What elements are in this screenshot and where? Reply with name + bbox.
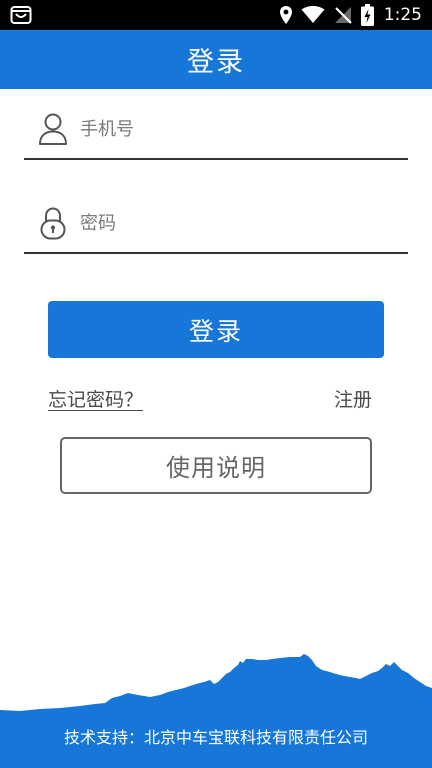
footer-skyline-banner <box>0 654 432 768</box>
login-screen: 1:25 登录 登录 忘记密码？ 注册 使用说明 技术支持：北京中车宝联科技有限… <box>0 0 432 768</box>
wifi-icon <box>301 6 325 23</box>
register-link[interactable]: 注册 <box>334 385 372 412</box>
no-signal-icon <box>334 7 352 24</box>
phone-field-container <box>24 98 408 160</box>
app-bar: 登录 <box>0 30 432 89</box>
status-time: 1:25 <box>383 5 422 25</box>
status-icons: 1:25 <box>279 0 422 30</box>
password-field-container <box>24 192 408 254</box>
shopping-bag-icon <box>10 6 32 24</box>
page-title: 登录 <box>187 47 245 78</box>
user-icon <box>39 113 67 145</box>
password-input[interactable] <box>80 206 400 240</box>
location-icon <box>279 6 292 24</box>
battery-charging-icon <box>360 4 374 26</box>
status-bar: 1:25 <box>0 0 432 30</box>
footer-support-text: 技术支持：北京中车宝联科技有限责任公司 <box>63 728 368 747</box>
login-button[interactable]: 登录 <box>48 301 384 358</box>
lock-icon <box>40 207 66 240</box>
forgot-password-link[interactable]: 忘记密码？ <box>48 385 143 412</box>
user-guide-button[interactable]: 使用说明 <box>60 437 372 494</box>
phone-input[interactable] <box>80 112 400 146</box>
